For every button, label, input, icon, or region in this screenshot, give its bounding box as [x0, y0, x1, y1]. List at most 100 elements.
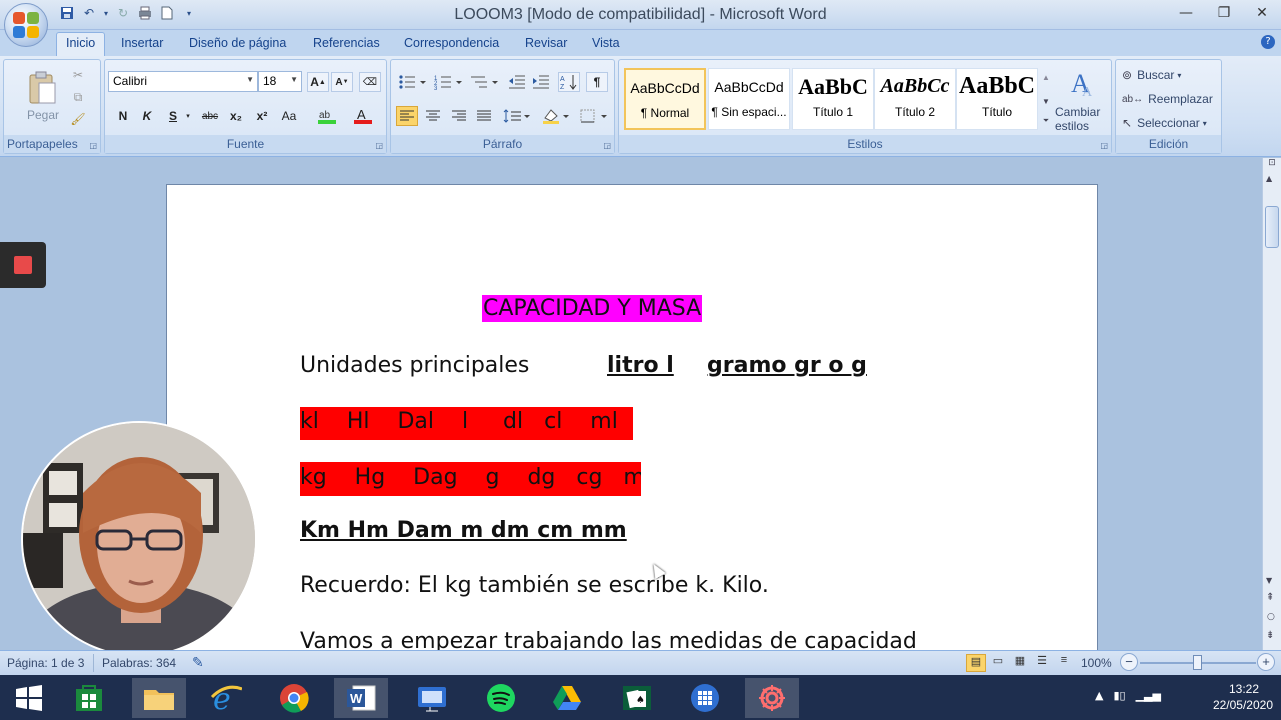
- tab-vista[interactable]: Vista: [592, 36, 620, 50]
- spotify-icon[interactable]: [474, 678, 528, 718]
- gramo-text[interactable]: gramo gr o g: [707, 353, 867, 378]
- previous-page-icon[interactable]: ⇞: [1266, 592, 1274, 603]
- full-screen-reading-icon[interactable]: ▭: [988, 654, 1008, 672]
- zoom-level[interactable]: 100%: [1081, 656, 1112, 670]
- scroll-down-icon[interactable]: ▼: [1266, 576, 1272, 585]
- dialog-launcher-icon[interactable]: ◲: [375, 141, 383, 150]
- clear-format-icon[interactable]: ⌫: [359, 72, 381, 92]
- copy-icon[interactable]: ⧉: [68, 88, 88, 106]
- loom-icon[interactable]: [745, 678, 799, 718]
- store-icon[interactable]: [62, 678, 116, 718]
- dialog-launcher-icon[interactable]: ◲: [89, 141, 97, 150]
- tab-insertar[interactable]: Insertar: [121, 36, 163, 50]
- style-normal[interactable]: AaBbCcDd ¶ Normal: [624, 68, 706, 130]
- style-titulo[interactable]: AaBbC Título: [956, 68, 1038, 130]
- unidades-label[interactable]: Unidades principales: [300, 353, 529, 378]
- tab-revisar[interactable]: Revisar: [525, 36, 567, 50]
- increase-indent-icon[interactable]: [530, 72, 552, 92]
- office-button[interactable]: [4, 3, 48, 47]
- select-button[interactable]: ↖ Seleccionar ▾: [1122, 114, 1218, 132]
- style-titulo-2[interactable]: AaBbCc Título 2: [874, 68, 956, 130]
- stop-recording-button[interactable]: [0, 242, 46, 288]
- justify-icon[interactable]: [473, 106, 495, 126]
- paste-button[interactable]: Pegar: [18, 108, 68, 122]
- change-case-button[interactable]: Aa: [278, 106, 300, 126]
- dialog-launcher-icon[interactable]: ◲: [1100, 141, 1108, 150]
- change-styles-button[interactable]: Cambiar estilos: [1055, 104, 1111, 134]
- draft-view-icon[interactable]: ≡: [1054, 654, 1074, 672]
- styles-scroll-down-icon[interactable]: ▼: [1039, 90, 1053, 112]
- word-count[interactable]: Palabras: 364: [102, 656, 176, 670]
- change-styles-icon[interactable]: AA: [1065, 66, 1099, 100]
- show-formatting-icon[interactable]: ¶: [586, 72, 608, 92]
- subscript-button[interactable]: x₂: [226, 106, 246, 126]
- zoom-out-icon[interactable]: −: [1120, 653, 1138, 671]
- calculator-grid-icon[interactable]: [678, 678, 732, 718]
- presentation-icon[interactable]: [405, 678, 459, 718]
- file-explorer-icon[interactable]: [132, 678, 186, 718]
- outline-view-icon[interactable]: ☰: [1032, 654, 1052, 672]
- font-size-select[interactable]: 18 ▼: [258, 71, 302, 92]
- tab-referencias[interactable]: Referencias: [313, 36, 380, 50]
- align-left-icon[interactable]: [396, 106, 418, 126]
- restore-icon[interactable]: ❐: [1205, 0, 1243, 26]
- mass-units-row[interactable]: kg Hg Dag g dg cg ml: [300, 462, 641, 496]
- internet-explorer-icon[interactable]: e: [199, 678, 253, 718]
- format-painter-icon[interactable]: 🖌: [68, 110, 88, 128]
- page-count[interactable]: Página: 1 de 3: [7, 656, 84, 670]
- zoom-in-icon[interactable]: +: [1257, 653, 1275, 671]
- proofing-icon[interactable]: ✎: [192, 654, 204, 671]
- strikethrough-button[interactable]: abc: [198, 106, 222, 126]
- font-name-select[interactable]: Calibri ▼: [108, 71, 258, 92]
- minimize-icon[interactable]: —: [1167, 0, 1205, 26]
- vertical-scrollbar[interactable]: ⊡ ▲ ▼ ⇞ ○ ⇟: [1262, 158, 1281, 650]
- numbering-icon[interactable]: 123: [432, 72, 466, 92]
- scroll-up-icon[interactable]: ▲: [1266, 174, 1272, 183]
- line-spacing-icon[interactable]: [501, 106, 533, 126]
- styles-scroll-up-icon[interactable]: ▲: [1039, 66, 1053, 88]
- tab-inicio[interactable]: Inicio: [56, 32, 106, 56]
- dialog-launcher-icon[interactable]: ◲: [603, 141, 611, 150]
- style-sin-espaciado[interactable]: AaBbCcDd ¶ Sin espaci...: [708, 68, 790, 130]
- style-titulo-1[interactable]: AaBbC Título 1: [792, 68, 874, 130]
- help-icon[interactable]: ?: [1261, 35, 1275, 49]
- underline-button[interactable]: S: [163, 106, 183, 126]
- length-units-row[interactable]: Km Hm Dam m dm cm mm: [300, 518, 627, 543]
- grow-font-icon[interactable]: A ▲: [307, 72, 329, 92]
- next-page-icon[interactable]: ⇟: [1266, 630, 1274, 641]
- tab-correspondencia[interactable]: Correspondencia: [404, 36, 499, 50]
- clock[interactable]: 13:22 22/05/2020: [1213, 681, 1273, 713]
- litro-text[interactable]: litro l: [607, 353, 674, 378]
- solitaire-icon[interactable]: ♠: [610, 678, 664, 718]
- find-button[interactable]: ⊚ Buscar ▾: [1122, 66, 1218, 84]
- superscript-button[interactable]: x²: [252, 106, 272, 126]
- align-right-icon[interactable]: [448, 106, 470, 126]
- zoom-slider-thumb[interactable]: [1193, 655, 1202, 670]
- google-drive-icon[interactable]: [540, 678, 594, 718]
- align-center-icon[interactable]: [422, 106, 444, 126]
- tray-expand-icon[interactable]: ▲: [1095, 689, 1103, 702]
- browse-object-icon[interactable]: ○: [1267, 612, 1275, 622]
- paste-icon[interactable]: [22, 68, 62, 108]
- web-layout-icon[interactable]: ▦: [1010, 654, 1030, 672]
- sort-icon[interactable]: AZ: [558, 72, 580, 92]
- close-icon[interactable]: ✕: [1243, 0, 1281, 26]
- font-color-icon[interactable]: A: [349, 106, 379, 126]
- highlight-color-icon[interactable]: ab: [313, 106, 343, 126]
- tab-diseno-pagina[interactable]: Diseño de página: [189, 36, 286, 50]
- scroll-thumb[interactable]: [1265, 206, 1279, 248]
- battery-icon[interactable]: ▮▯: [1113, 689, 1125, 702]
- windows-start-icon[interactable]: [2, 678, 56, 718]
- borders-icon[interactable]: [577, 106, 611, 126]
- signal-icon[interactable]: ▁▃▅: [1136, 689, 1161, 702]
- shrink-font-icon[interactable]: A ▼: [331, 72, 353, 92]
- multilevel-list-icon[interactable]: [468, 72, 502, 92]
- document-title[interactable]: CAPACIDAD Y MASA: [482, 295, 703, 322]
- chrome-icon[interactable]: [267, 678, 321, 718]
- ruler-toggle-icon[interactable]: ⊡: [1265, 158, 1279, 172]
- cut-icon[interactable]: ✂: [68, 66, 88, 84]
- bold-button[interactable]: N: [113, 106, 133, 126]
- next-paragraph[interactable]: Vamos a empezar trabajando las medidas d…: [300, 629, 917, 650]
- styles-more-icon[interactable]: ⏷: [1039, 112, 1053, 130]
- shading-icon[interactable]: [539, 106, 573, 126]
